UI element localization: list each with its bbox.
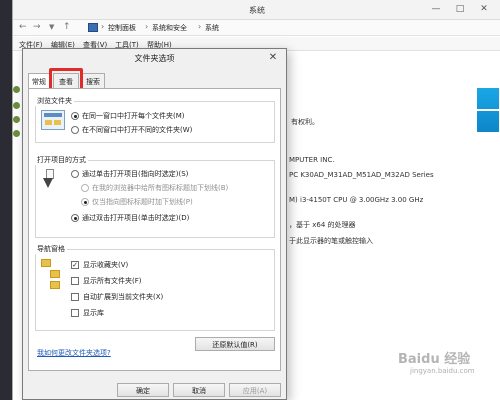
breadcrumb-separator-icon: › [198, 22, 202, 31]
show-favorites-option[interactable]: ✓ 显示收藏夹(V) [71, 260, 128, 270]
baidu-watermark-url: jingyan.baidu.com [410, 367, 475, 375]
breadcrumb-separator-icon: › [145, 22, 149, 31]
underline-all-option: 在我的浏览器中给所有图标标题加下划线(B) [81, 183, 228, 193]
option-label: 在不同窗口中打开不同的文件夹(W) [82, 126, 193, 134]
model-value: PC K30AD_M31AD_M51AD_M32AD Series [289, 171, 434, 179]
breadcrumb-system[interactable]: 系统 [205, 23, 219, 33]
double-click-option[interactable]: 通过双击打开项目(单击时选定)(D) [71, 213, 189, 223]
shield-icon [13, 102, 20, 109]
option-label: 通过双击打开项目(单击时选定)(D) [82, 214, 190, 222]
option-label: 在我的浏览器中给所有图标标题加下划线(B) [92, 184, 229, 192]
pen-touch-value: 于此显示器的笔或触控输入 [289, 237, 373, 245]
restore-defaults-button[interactable]: 还原默认值(R) [195, 337, 275, 351]
option-label: 显示收藏夹(V) [83, 261, 129, 269]
forward-arrow-icon[interactable]: → [33, 22, 41, 32]
option-label: 显示库 [83, 309, 104, 317]
general-tab-panel: 浏览文件夹 在同一窗口中打开每个文件夹(M) 在不同窗口中打开不同的文件夹(W)… [28, 88, 281, 371]
option-label: 在同一窗口中打开每个文件夹(M) [82, 112, 185, 120]
breadcrumb-control-panel[interactable]: 控制面板 [108, 23, 136, 33]
baidu-watermark: Baidu 经验 [398, 352, 471, 367]
back-arrow-icon[interactable]: ← [19, 22, 27, 32]
folder-options-dialog: 文件夹选项 ✕ 常规 查看 搜索 浏览文件夹 在同一窗口中打开每个文件夹(M) … [22, 48, 287, 400]
click-items-title: 打开项目的方式 [35, 155, 88, 165]
checkbox[interactable] [71, 293, 79, 301]
dialog-close-icon[interactable]: ✕ [260, 49, 286, 65]
address-bar[interactable]: ← → ▼ ↑ › 控制面板 › 系统和安全 › 系统 [13, 20, 500, 36]
processor-value: M) i3-4150T CPU @ 3.00GHz 3.00 GHz [289, 196, 424, 204]
up-arrow-icon[interactable]: ↑ [63, 22, 71, 32]
radio-button [81, 184, 89, 192]
single-click-option[interactable]: 通过单击打开项目(指向时选定)(S) [71, 169, 188, 179]
tab-general[interactable]: 常规 [28, 73, 50, 89]
minimize-icon[interactable]: — [427, 2, 445, 16]
radio-button[interactable] [71, 170, 79, 178]
checkbox[interactable] [71, 277, 79, 285]
auto-expand-option[interactable]: 自动扩展到当前文件夹(X) [71, 292, 163, 302]
breadcrumb-separator-icon: › [101, 22, 105, 31]
show-all-folders-option[interactable]: 显示所有文件夹(F) [71, 276, 142, 286]
apply-button[interactable]: 应用(A) [229, 383, 281, 397]
breadcrumb-system-security[interactable]: 系统和安全 [152, 23, 187, 33]
windows-logo-divider [477, 109, 499, 111]
option-label: 通过单击打开项目(指向时选定)(S) [82, 170, 189, 178]
checkbox-checked[interactable]: ✓ [71, 261, 79, 269]
cancel-button[interactable]: 取消 [173, 383, 225, 397]
browse-folders-title: 浏览文件夹 [35, 96, 74, 106]
option-label: 显示所有文件夹(F) [83, 277, 142, 285]
shield-icon [13, 86, 20, 93]
folders-illustration-icon [41, 259, 63, 289]
navigation-pane-title: 导航窗格 [35, 244, 67, 254]
help-link[interactable]: 我如何更改文件夹选项? [37, 348, 111, 358]
copyright-text: 有权利。 [291, 118, 319, 126]
browse-folders-group [35, 101, 275, 143]
pointer-illustration-icon [43, 169, 57, 191]
system-window-titlebar: 系统 — □ ✕ [13, 0, 500, 20]
option-label: 自动扩展到当前文件夹(X) [83, 293, 164, 301]
radio-button[interactable] [71, 112, 79, 120]
browse-same-window-option[interactable]: 在同一窗口中打开每个文件夹(M) [71, 111, 185, 121]
show-libraries-option[interactable]: 显示库 [71, 308, 104, 318]
dialog-title: 文件夹选项 [23, 49, 286, 67]
shield-icon [13, 130, 20, 137]
window-illustration-icon [41, 110, 65, 130]
underline-hover-option: 仅当指向图标标题时加下划线(P) [81, 197, 193, 207]
history-dropdown-icon[interactable]: ▼ [49, 23, 54, 31]
manufacturer-value: MPUTER INC. [289, 156, 335, 164]
control-panel-icon [88, 23, 98, 32]
browse-new-window-option[interactable]: 在不同窗口中打开不同的文件夹(W) [71, 125, 192, 135]
shield-icon [13, 116, 20, 123]
radio-button [81, 198, 89, 206]
maximize-icon[interactable]: □ [451, 2, 469, 16]
checkbox[interactable] [71, 309, 79, 317]
tab-search[interactable]: 搜索 [81, 73, 105, 88]
desktop-strip [0, 0, 12, 400]
system-type-value: ，基于 x64 的处理器 [289, 221, 356, 229]
close-icon[interactable]: ✕ [475, 2, 493, 16]
radio-button[interactable] [71, 214, 79, 222]
option-label: 仅当指向图标标题时加下划线(P) [92, 198, 193, 206]
radio-button[interactable] [71, 126, 79, 134]
ok-button[interactable]: 确定 [117, 383, 169, 397]
